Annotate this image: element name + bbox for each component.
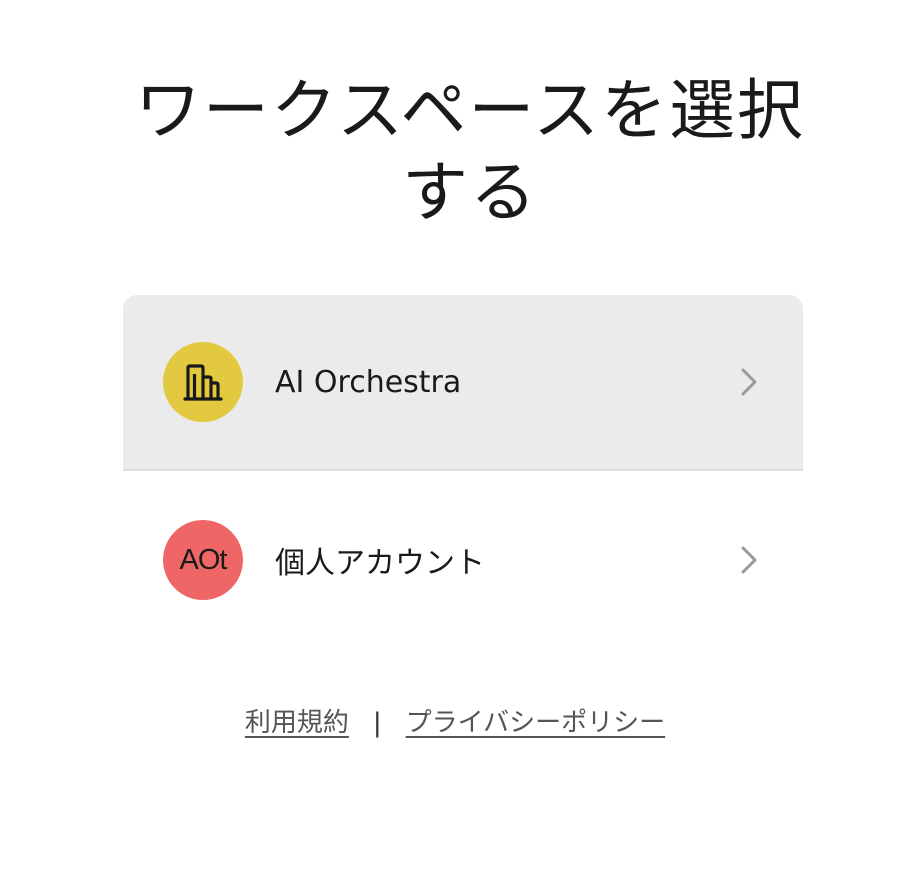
workspace-avatar [163,342,243,422]
avatar-initials: AOt [179,543,228,576]
privacy-policy-link[interactable]: プライバシーポリシー [406,708,665,738]
workspace-name: AI Orchestra [275,364,462,400]
footer-links: 利用規約 | プライバシーポリシー [0,702,910,739]
chevron-right-icon [741,546,757,574]
building-icon [183,364,223,401]
workspace-item-ai-orchestra[interactable]: AI Orchestra [123,295,803,471]
chevron-right-icon [741,368,757,396]
workspace-name: 個人アカウント [275,546,485,581]
page-title: ワークスペースを選択する [134,72,806,231]
terms-link[interactable]: 利用規約 [245,708,349,738]
workspace-avatar: AOt [163,520,243,600]
workspace-item-personal-account[interactable]: AOt 個人アカウント [123,471,803,649]
footer-separator: | [372,708,382,738]
workspace-list: AI Orchestra AOt 個人アカウント [123,295,803,649]
